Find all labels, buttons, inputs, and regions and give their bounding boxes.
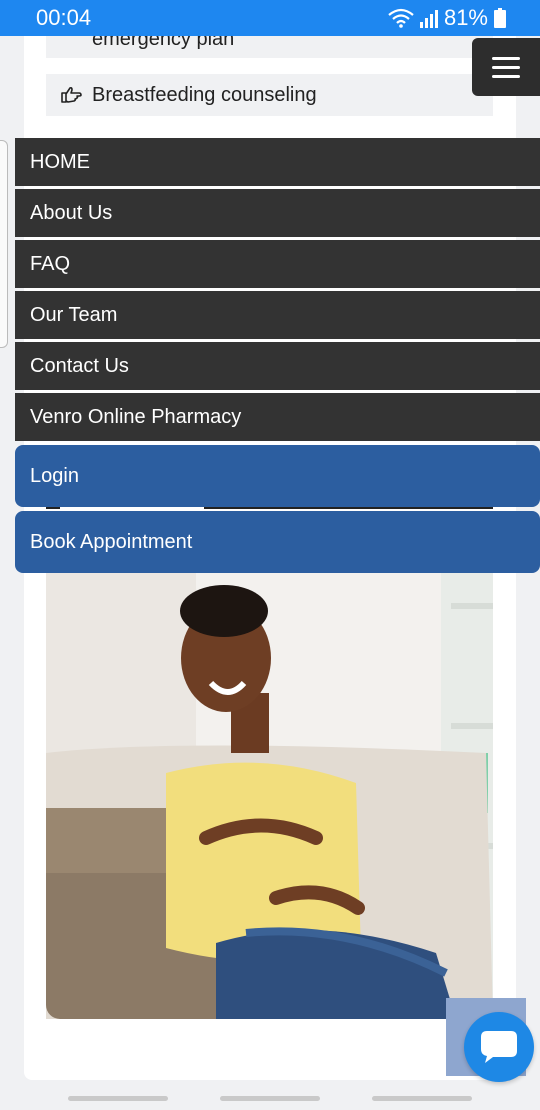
nav-item-our-team[interactable]: Our Team [15,291,540,339]
nav-item-home[interactable]: HOME [15,138,540,186]
book-appointment-button[interactable]: Book Appointment [15,511,540,573]
gesture-handle-left [68,1096,168,1101]
hamburger-icon [492,56,520,60]
signal-icon [419,10,438,28]
chat-icon [481,1031,517,1063]
menu-toggle-button[interactable] [472,38,540,96]
status-time: 00:04 [36,5,92,30]
battery-percent: 81% [443,5,488,30]
nav-item-contact-us[interactable]: Contact Us [15,342,540,390]
gesture-handle-center [220,1096,320,1101]
list-item-breastfeeding: Breastfeeding counseling [46,74,493,116]
nav-item-about-us[interactable]: About Us [15,189,540,237]
status-bar: 00:04 81% [0,0,540,36]
status-icons: 81% [388,5,506,31]
nav-item-faq[interactable]: FAQ [15,240,540,288]
hero-image [46,573,493,1019]
list-item-emergency-plan: emergency plan [46,28,493,58]
edge-panel-handle[interactable] [0,140,8,348]
nav-item-venro-pharmacy[interactable]: Venro Online Pharmacy [15,393,540,441]
wifi-icon [388,8,414,28]
battery-icon [494,8,506,28]
list-item-label: Breastfeeding counseling [92,83,317,106]
login-button[interactable]: Login [15,445,540,507]
pointing-hand-icon [61,86,82,103]
gesture-handle-right [372,1096,472,1101]
chat-button[interactable] [464,1012,534,1082]
